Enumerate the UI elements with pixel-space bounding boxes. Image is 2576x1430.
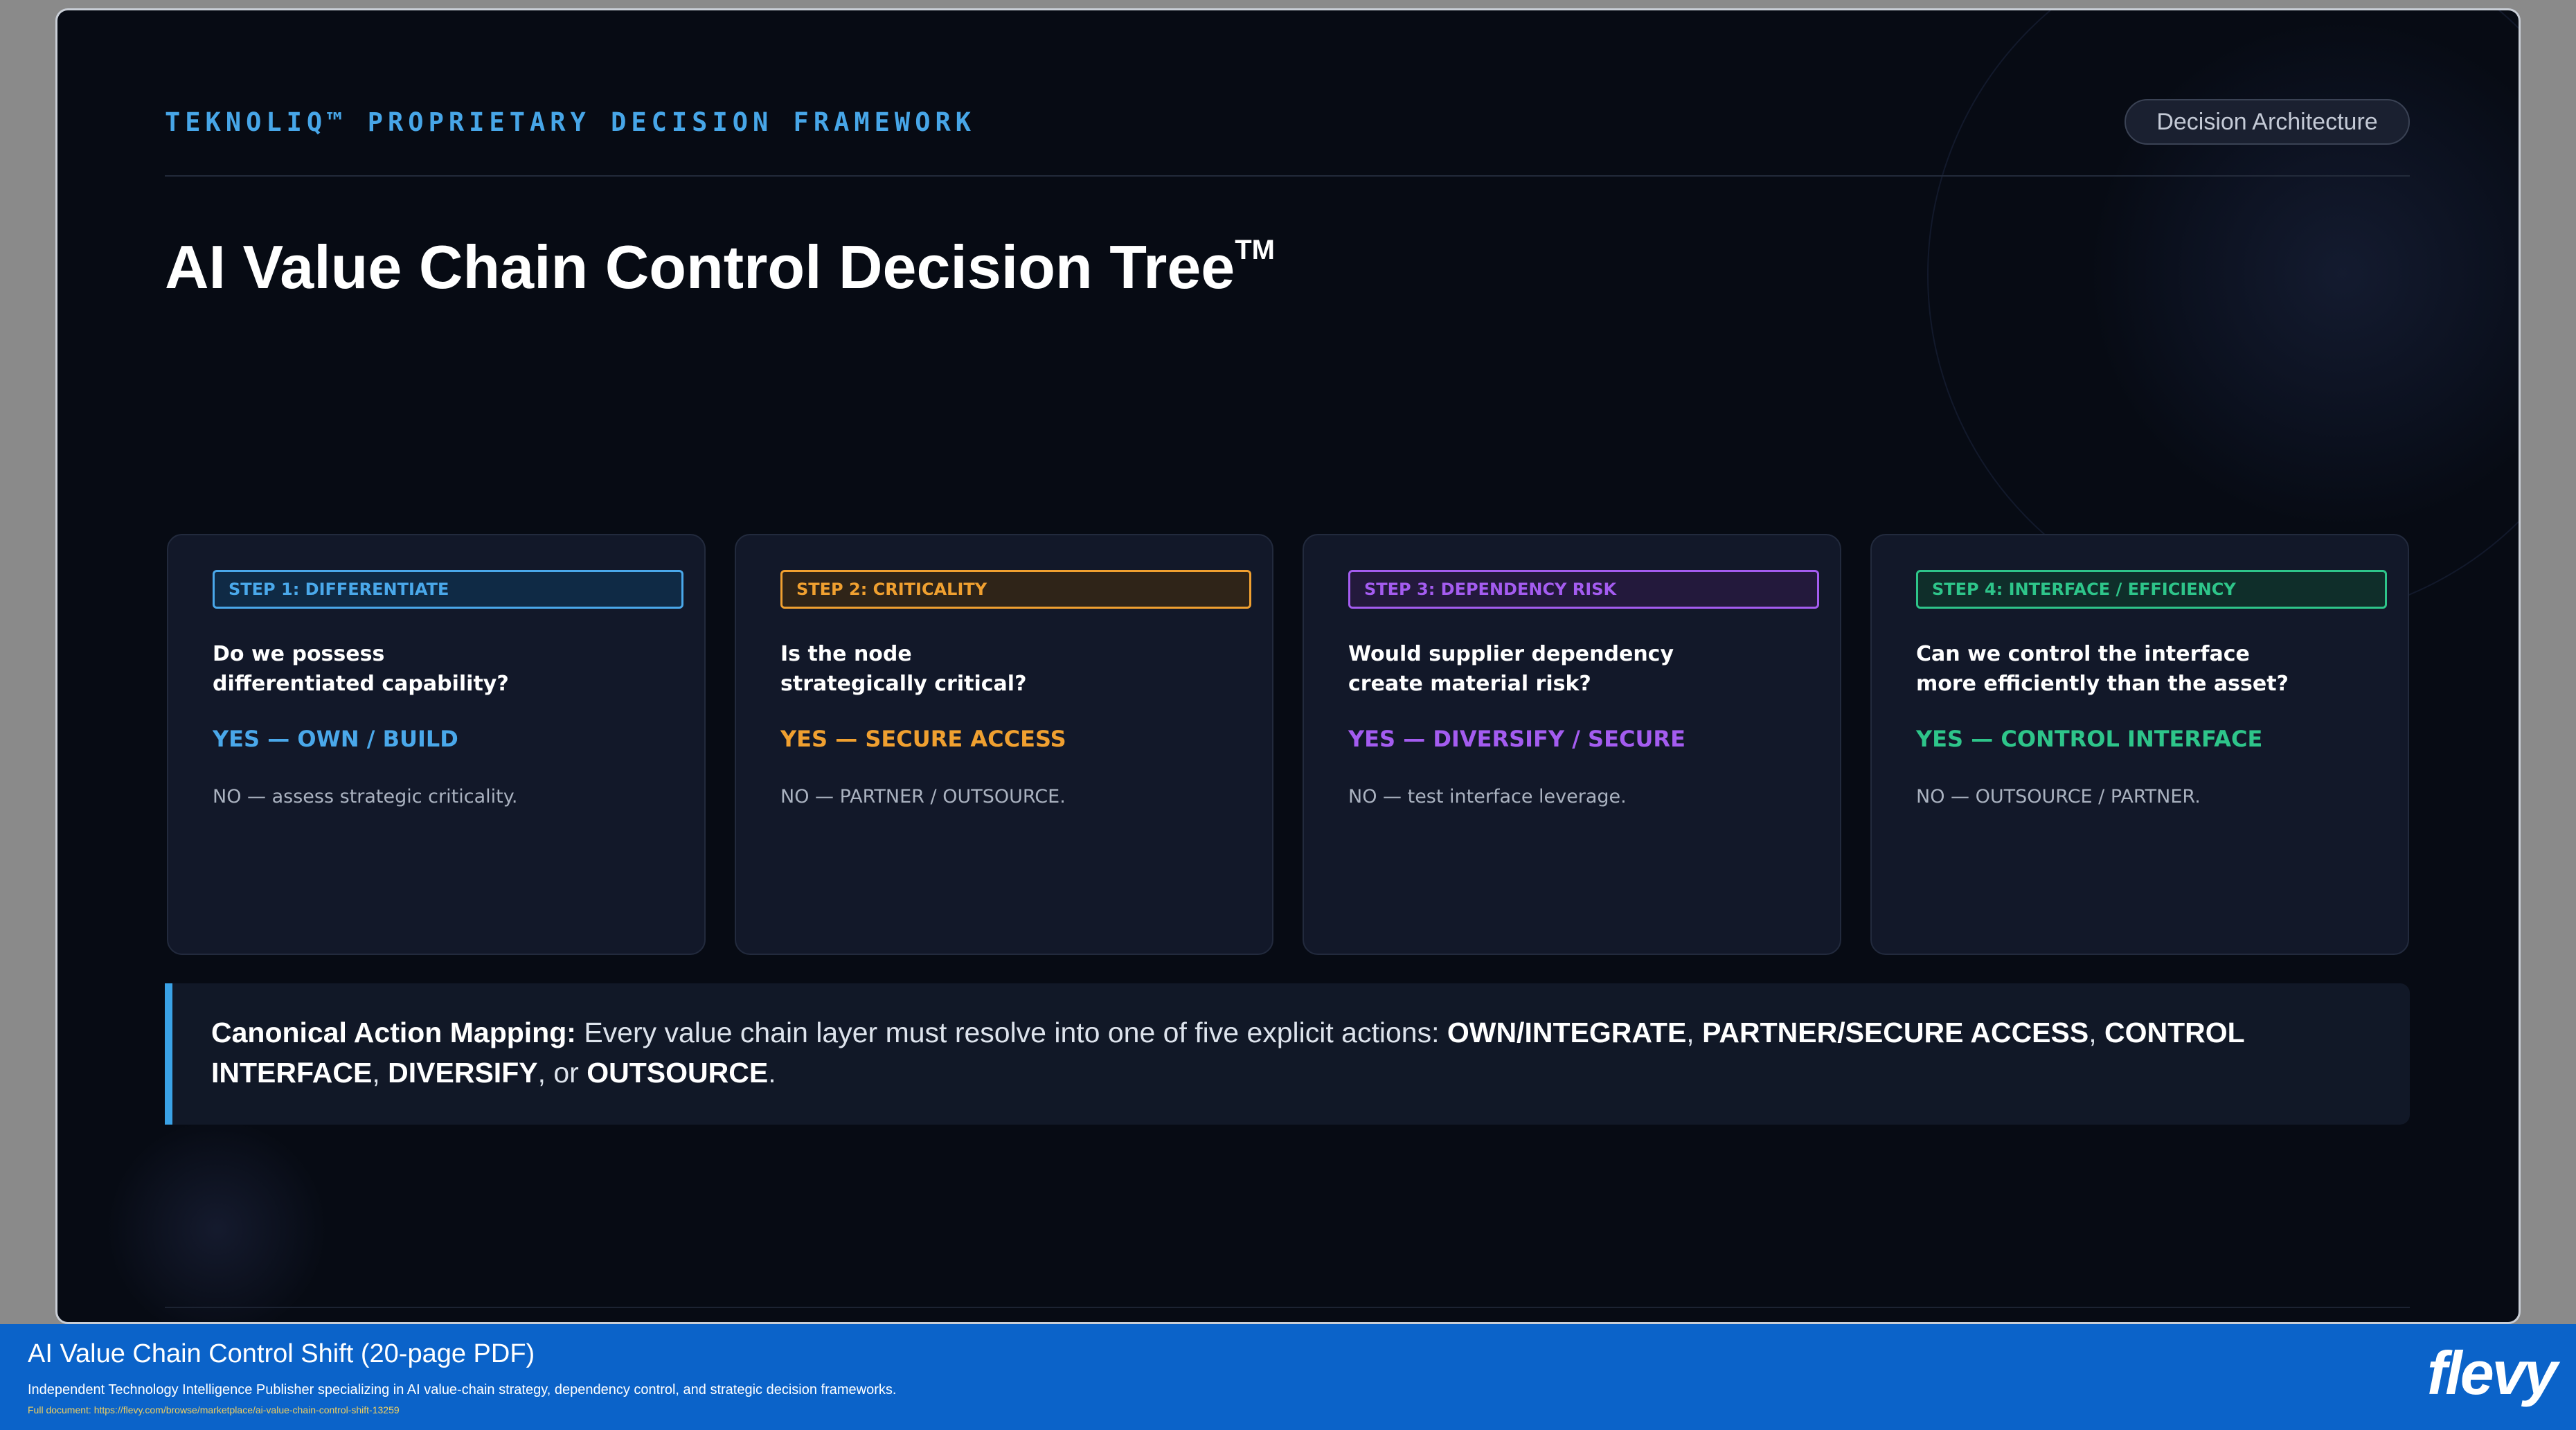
- period: .: [768, 1057, 776, 1089]
- document-title[interactable]: AI Value Chain Control Shift (20-page PD…: [28, 1339, 535, 1369]
- step-card-2: STEP 2: CRITICALITY Is the node strategi…: [735, 534, 1273, 955]
- callout-lead: Canonical Action Mapping:: [211, 1017, 576, 1048]
- trademark-mark: TM: [1235, 235, 1276, 265]
- action-partner-secure: PARTNER/SECURE ACCESS: [1702, 1017, 2089, 1048]
- step-yes-action: YES — OWN / BUILD: [213, 726, 458, 752]
- canonical-action-callout: Canonical Action Mapping: Every value ch…: [165, 983, 2410, 1125]
- action-own-integrate: OWN/INTEGRATE: [1447, 1017, 1687, 1048]
- step-yes-action: YES — SECURE ACCESS: [780, 726, 1066, 752]
- bottom-divider: [165, 1307, 2410, 1308]
- decorative-glow-bottom: [106, 1118, 328, 1322]
- separator: ,: [2088, 1017, 2105, 1048]
- action-diversify: DIVERSIFY: [388, 1057, 538, 1089]
- step-no-action: NO — PARTNER / OUTSOURCE.: [780, 786, 1066, 807]
- page-title-text: AI Value Chain Control Decision Tree: [165, 233, 1235, 301]
- document-pages: (20-page PDF): [353, 1339, 535, 1368]
- page-title: AI Value Chain Control Decision TreeTM: [165, 232, 1275, 303]
- step-question: Do we possess differentiated capability?: [213, 642, 509, 696]
- separator: ,: [1686, 1017, 1703, 1048]
- step-question: Would supplier dependency create materia…: [1348, 642, 1674, 696]
- step-tag: STEP 3: DEPENDENCY RISK: [1348, 570, 1819, 609]
- step-no-action: NO — OUTSOURCE / PARTNER.: [1916, 786, 2201, 807]
- callout-body: Every value chain layer must resolve int…: [575, 1017, 1447, 1048]
- step-tag: STEP 2: CRITICALITY: [780, 570, 1251, 609]
- document-link[interactable]: Full document: https://flevy.com/browse/…: [28, 1404, 400, 1415]
- document-title-text: AI Value Chain Control Shift: [28, 1339, 354, 1368]
- framework-eyebrow: TEKNOLIQ™ PROPRIETARY DECISION FRAMEWORK: [165, 107, 976, 137]
- flevy-logo[interactable]: flevy: [2427, 1338, 2558, 1409]
- header-divider: [165, 175, 2410, 177]
- step-yes-action: YES — DIVERSIFY / SECURE: [1348, 726, 1685, 752]
- step-tag: STEP 4: INTERFACE / EFFICIENCY: [1916, 570, 2387, 609]
- step-card-4: STEP 4: INTERFACE / EFFICIENCY Can we co…: [1870, 534, 2409, 955]
- separator: ,: [372, 1057, 388, 1089]
- step-card-3: STEP 3: DEPENDENCY RISK Would supplier d…: [1303, 534, 1841, 955]
- step-question: Is the node strategically critical?: [780, 642, 1027, 696]
- decision-architecture-badge: Decision Architecture: [2125, 99, 2410, 145]
- step-yes-action: YES — CONTROL INTERFACE: [1916, 726, 2263, 752]
- step-no-action: NO — test interface leverage.: [1348, 786, 1627, 807]
- step-tag: STEP 1: DIFFERENTIATE: [213, 570, 683, 609]
- action-outsource: OUTSOURCE: [587, 1057, 769, 1089]
- separator-or: , or: [537, 1057, 587, 1089]
- callout-text: Canonical Action Mapping: Every value ch…: [211, 1012, 2399, 1093]
- publisher-description: Independent Technology Intelligence Publ…: [28, 1382, 897, 1397]
- slide: TEKNOLIQ™ PROPRIETARY DECISION FRAMEWORK…: [55, 8, 2521, 1324]
- footer-banner: AI Value Chain Control Shift (20-page PD…: [0, 1324, 2576, 1430]
- step-question: Can we control the interface more effici…: [1916, 642, 2289, 696]
- step-card-1: STEP 1: DIFFERENTIATE Do we possess diff…: [167, 534, 706, 955]
- step-no-action: NO — assess strategic criticality.: [213, 786, 518, 807]
